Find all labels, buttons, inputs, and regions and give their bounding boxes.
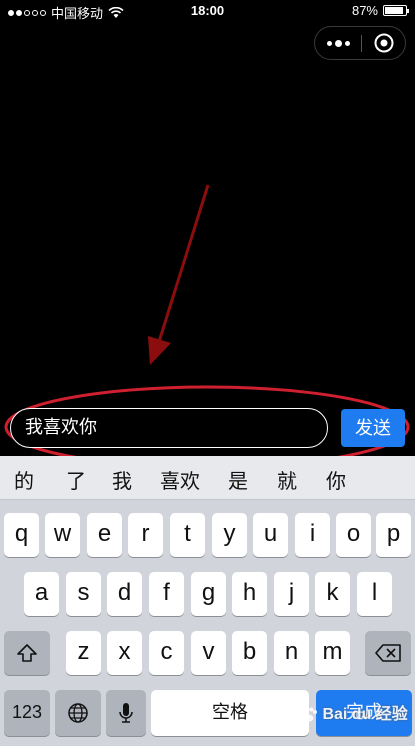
status-right: 87%	[351, 3, 409, 18]
key-m[interactable]: m	[315, 631, 350, 675]
key-n[interactable]: n	[274, 631, 309, 675]
key-t[interactable]: t	[170, 513, 205, 557]
battery-icon	[383, 5, 409, 16]
status-bar: 中国移动 18:00 87%	[0, 0, 415, 22]
shift-icon	[17, 644, 37, 662]
key-s[interactable]: s	[66, 572, 101, 616]
key-l[interactable]: l	[357, 572, 392, 616]
numbers-key[interactable]: 123	[4, 690, 50, 736]
key-q[interactable]: q	[4, 513, 39, 557]
candidate-word[interactable]: 喜欢	[160, 465, 200, 494]
space-key[interactable]: 空格	[151, 690, 309, 736]
annotation-arrow	[148, 184, 210, 365]
key-e[interactable]: e	[87, 513, 122, 557]
key-i[interactable]: i	[295, 513, 330, 557]
key-b[interactable]: b	[232, 631, 267, 675]
microphone-icon	[119, 703, 133, 723]
key-v[interactable]: v	[191, 631, 226, 675]
candidate-bar: 的 了 我 喜欢 是 就 你	[0, 456, 415, 500]
key-j[interactable]: j	[274, 572, 309, 616]
key-c[interactable]: c	[149, 631, 184, 675]
key-x[interactable]: x	[107, 631, 142, 675]
key-u[interactable]: u	[253, 513, 288, 557]
send-button[interactable]: 发送	[341, 409, 405, 447]
target-circle-icon[interactable]	[362, 27, 406, 59]
key-y[interactable]: y	[212, 513, 247, 557]
key-o[interactable]: o	[336, 513, 371, 557]
key-k[interactable]: k	[315, 572, 350, 616]
key-p[interactable]: p	[376, 513, 411, 557]
done-key[interactable]: 完成	[316, 690, 412, 736]
shift-key[interactable]	[4, 631, 50, 675]
miniprogram-capsule	[314, 26, 406, 60]
key-g[interactable]: g	[191, 572, 226, 616]
delete-key[interactable]	[365, 631, 411, 675]
candidate-word[interactable]: 了	[66, 465, 86, 494]
key-z[interactable]: z	[66, 631, 101, 675]
backspace-icon	[375, 644, 401, 662]
dictation-key[interactable]	[106, 690, 146, 736]
globe-icon	[68, 703, 88, 723]
battery-percentage: 87%	[351, 3, 378, 18]
candidate-word[interactable]: 我	[112, 465, 132, 494]
candidate-word[interactable]: 你	[326, 465, 346, 494]
key-a[interactable]: a	[24, 572, 59, 616]
message-input[interactable]: 我喜欢你	[10, 408, 328, 448]
candidate-word[interactable]: 的	[14, 465, 34, 494]
key-d[interactable]: d	[107, 572, 142, 616]
key-r[interactable]: r	[128, 513, 163, 557]
more-dots-icon[interactable]	[315, 27, 361, 59]
key-w[interactable]: w	[45, 513, 80, 557]
key-h[interactable]: h	[232, 572, 267, 616]
key-f[interactable]: f	[149, 572, 184, 616]
keyboard: 的 了 我 喜欢 是 就 你 q w e r t y u i o p a s d…	[0, 456, 415, 746]
candidate-word[interactable]: 是	[228, 465, 248, 494]
candidate-word[interactable]: 就	[277, 465, 297, 494]
globe-key[interactable]	[55, 690, 101, 736]
